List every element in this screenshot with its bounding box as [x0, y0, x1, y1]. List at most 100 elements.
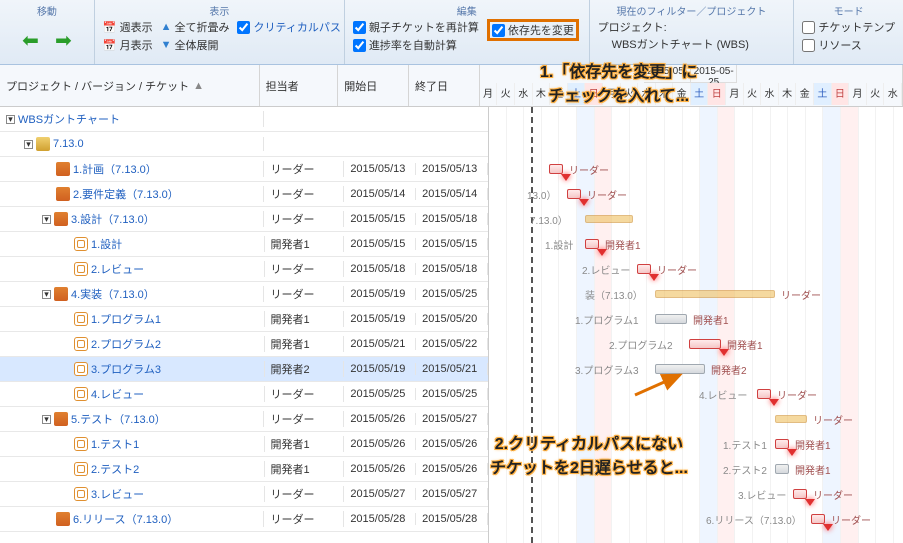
task-link[interactable]: 3.レビュー: [91, 486, 144, 502]
task-icon: [74, 437, 88, 451]
task-link[interactable]: 3.設計（7.13.0）: [71, 211, 155, 227]
day-cell: 日: [585, 83, 603, 105]
flag-b-icon: [54, 212, 68, 226]
task-link[interactable]: 1.プログラム1: [91, 311, 161, 327]
critical-path-checkbox[interactable]: クリティカルパス: [237, 19, 340, 35]
task-link[interactable]: 2.要件定義（7.13.0）: [73, 186, 179, 202]
end-date-cell: 2015/05/27: [416, 488, 488, 500]
table-row[interactable]: 3.プログラム3開発者22015/05/192015/05/21: [0, 357, 488, 382]
toggle-icon[interactable]: ▾: [42, 215, 51, 224]
task-link[interactable]: 1.テスト1: [91, 436, 139, 452]
week-view-button[interactable]: 📅週表示: [103, 19, 153, 35]
toggle-icon[interactable]: ▾: [42, 415, 51, 424]
day-cell: 木: [656, 83, 674, 105]
task-link[interactable]: 1.設計: [91, 236, 122, 252]
nav-prev-button[interactable]: ⬅: [18, 20, 43, 61]
gantt-bar[interactable]: [549, 164, 563, 174]
task-link[interactable]: 5.テスト（7.13.0）: [71, 411, 166, 427]
task-link[interactable]: 3.プログラム3: [91, 361, 161, 377]
table-row[interactable]: 3.レビューリーダー2015/05/272015/05/27: [0, 482, 488, 507]
bar-assignee-label: リーダー: [813, 412, 853, 427]
flag-b-icon: [54, 287, 68, 301]
gantt-bar[interactable]: [585, 215, 633, 223]
gantt-bar[interactable]: [585, 239, 599, 249]
task-link[interactable]: 6.リリース（7.13.0）: [73, 511, 178, 527]
gantt-bar[interactable]: [567, 189, 581, 199]
toggle-icon[interactable]: ▾: [6, 115, 15, 124]
assignee-cell: 開発者1: [265, 311, 345, 327]
task-link[interactable]: 2.テスト2: [91, 461, 139, 477]
assignee-cell: リーダー: [265, 261, 345, 277]
recalc-parent-checkbox[interactable]: 親子チケットを再計算: [353, 19, 479, 35]
table-row[interactable]: 1.計画（7.13.0）リーダー2015/05/132015/05/13: [0, 157, 488, 182]
toggle-icon[interactable]: ▾: [42, 290, 51, 299]
ticket-template-checkbox[interactable]: チケットテンプ: [802, 19, 895, 35]
table-row[interactable]: ▾3.設計（7.13.0）リーダー2015/05/152015/05/18: [0, 207, 488, 232]
end-date-cell: 2015/05/15: [416, 238, 488, 250]
table-row[interactable]: 1.テスト1開発者12015/05/262015/05/26: [0, 432, 488, 457]
day-cell: 月: [726, 83, 744, 105]
table-row[interactable]: ▾ 7.13.0: [0, 132, 488, 157]
col-tree-header[interactable]: プロジェクト / バージョン / チケット▲: [0, 65, 260, 106]
nav-next-button[interactable]: ➡: [51, 20, 76, 61]
table-row[interactable]: 4.レビューリーダー2015/05/252015/05/25: [0, 382, 488, 407]
table-row[interactable]: ▾4.実装（7.13.0）リーダー2015/05/192015/05/25: [0, 282, 488, 307]
end-date-cell: 2015/05/26: [416, 463, 488, 475]
bar-assignee-label: リーダー: [831, 512, 871, 527]
resource-checkbox[interactable]: リソース: [802, 37, 895, 53]
bar-label: 1.設計: [545, 237, 573, 252]
bar-assignee-label: リーダー: [781, 287, 821, 302]
gantt-area[interactable]: リーダー13.0）リーダー7.13.0）1.設計開発者12.レビューリーダー装（…: [489, 107, 903, 543]
flag-b-icon: [54, 412, 68, 426]
task-icon: [74, 487, 88, 501]
task-link[interactable]: WBSガントチャート: [18, 111, 120, 127]
day-cell: 土: [568, 83, 586, 105]
task-link[interactable]: 2.レビュー: [91, 261, 144, 277]
table-row[interactable]: ▾5.テスト（7.13.0）リーダー2015/05/262015/05/27: [0, 407, 488, 432]
gantt-bar[interactable]: [637, 264, 651, 274]
task-icon: [74, 362, 88, 376]
toolbar: 移動 ⬅ ➡ 表示 📅週表示 📅月表示 ▲全て折畳み ▼全体展開 クリティカルパ…: [0, 0, 903, 65]
start-date-cell: 2015/05/13: [344, 163, 416, 175]
table-row[interactable]: 1.プログラム1開発者12015/05/192015/05/20: [0, 307, 488, 332]
start-date-cell: 2015/05/19: [344, 288, 416, 300]
gantt-bar[interactable]: [775, 439, 789, 449]
start-date-cell: 2015/05/26: [344, 463, 416, 475]
gantt-bar[interactable]: [655, 290, 775, 298]
collapse-all-button[interactable]: ▲全て折畳み: [161, 19, 230, 35]
table-row[interactable]: 2.要件定義（7.13.0）リーダー2015/05/142015/05/14: [0, 182, 488, 207]
gantt-bar[interactable]: [775, 415, 807, 423]
auto-progress-checkbox[interactable]: 進捗率を自動計算: [353, 37, 479, 53]
task-link[interactable]: 2.プログラム2: [91, 336, 161, 352]
col-end-header[interactable]: 終了日: [409, 65, 480, 106]
gantt-bar[interactable]: [689, 339, 721, 349]
toggle-icon[interactable]: ▾: [24, 140, 33, 149]
task-link[interactable]: 1.計画（7.13.0）: [73, 161, 157, 177]
expand-all-button[interactable]: ▼全体展開: [161, 37, 230, 53]
task-link[interactable]: 7.13.0: [53, 138, 84, 150]
table-row[interactable]: ▾WBSガントチャート: [0, 107, 488, 132]
month-view-button[interactable]: 📅月表示: [103, 37, 153, 53]
day-cell: 土: [691, 83, 709, 105]
task-icon: [74, 337, 88, 351]
change-deps-checkbox[interactable]: 依存先を変更: [492, 22, 574, 38]
gantt-bar[interactable]: [793, 489, 807, 499]
gantt-bar[interactable]: [655, 314, 687, 324]
day-cell: 土: [814, 83, 832, 105]
task-link[interactable]: 4.実装（7.13.0）: [71, 286, 155, 302]
table-row[interactable]: 6.リリース（7.13.0）リーダー2015/05/282015/05/28: [0, 507, 488, 532]
gantt-bar[interactable]: [811, 514, 825, 524]
col-start-header[interactable]: 開始日: [338, 65, 409, 106]
task-link[interactable]: 4.レビュー: [91, 386, 144, 402]
col-assignee-header[interactable]: 担当者: [260, 65, 339, 106]
gantt-bar[interactable]: [655, 364, 705, 374]
table-row[interactable]: 2.テスト2開発者12015/05/262015/05/26: [0, 457, 488, 482]
day-cell: 火: [867, 83, 885, 105]
gantt-bar[interactable]: [775, 464, 789, 474]
table-row[interactable]: 2.プログラム2開発者12015/05/212015/05/22: [0, 332, 488, 357]
table-row[interactable]: 1.設計開発者12015/05/152015/05/15: [0, 232, 488, 257]
table-row[interactable]: 2.レビューリーダー2015/05/182015/05/18: [0, 257, 488, 282]
start-date-cell: 2015/05/26: [344, 438, 416, 450]
gantt-bar[interactable]: [757, 389, 771, 399]
start-date-cell: 2015/05/18: [344, 263, 416, 275]
